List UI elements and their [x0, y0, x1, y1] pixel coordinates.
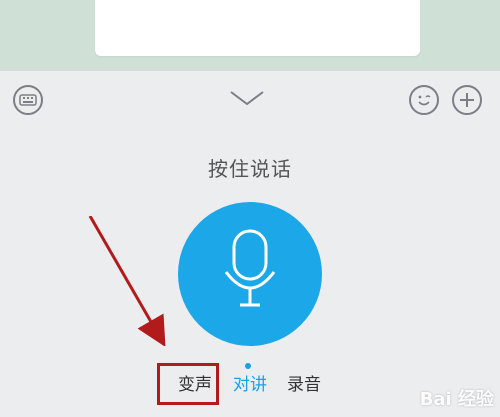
message-card — [95, 0, 420, 56]
press-to-talk-hint: 按住说话 — [208, 157, 292, 181]
tab-talk[interactable]: 对讲 — [233, 370, 267, 395]
emoji-icon — [418, 95, 431, 106]
microphone-icon — [224, 229, 276, 307]
active-tab-indicator — [245, 363, 251, 369]
highlight-box — [157, 363, 219, 405]
annotation-arrow — [88, 216, 166, 346]
keyboard-icon — [19, 94, 37, 106]
tab-record[interactable]: 录音 — [287, 370, 321, 395]
voice-input-panel: 按住说话 变声 对讲 录音 Bai 经验 — [0, 70, 500, 417]
emoji-button[interactable] — [409, 85, 439, 115]
chevron-down-icon[interactable] — [227, 88, 267, 108]
keyboard-button[interactable] — [13, 85, 43, 115]
chat-area — [0, 0, 500, 70]
watermark-logo: Bai 经验 — [419, 389, 494, 410]
plus-button[interactable] — [452, 85, 482, 115]
record-button[interactable] — [178, 202, 322, 346]
plus-icon — [460, 93, 474, 107]
